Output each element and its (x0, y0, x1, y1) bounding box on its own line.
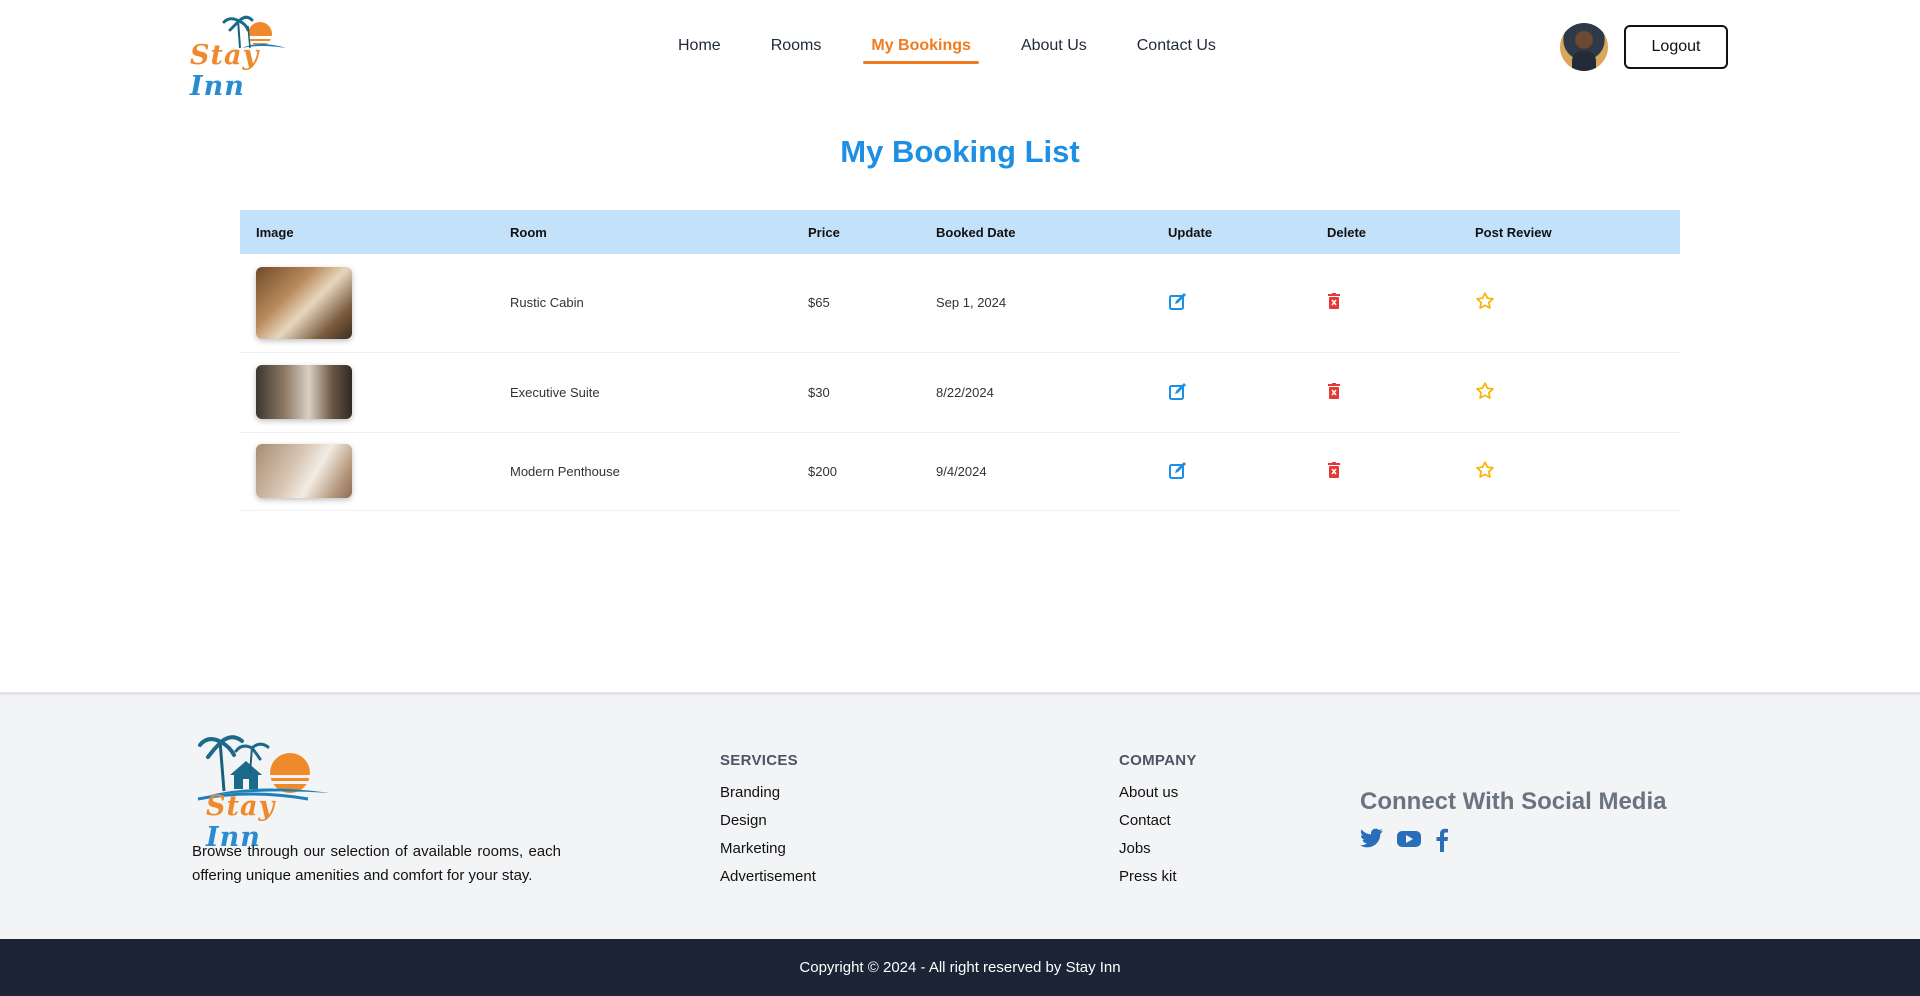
footer-link-branding[interactable]: Branding (720, 779, 816, 807)
nav-home[interactable]: Home (670, 34, 729, 64)
table-header-row: Image Room Price Booked Date Update Dele… (240, 210, 1680, 254)
nav-contact-us[interactable]: Contact Us (1129, 34, 1224, 64)
edit-icon[interactable] (1168, 460, 1188, 483)
booked-date: Sep 1, 2024 (920, 254, 1152, 353)
table-row: Executive Suite $30 8/22/2024 (240, 352, 1680, 433)
brand-logo[interactable]: Stay Inn (190, 14, 312, 102)
bookings-table: Image Room Price Booked Date Update Dele… (240, 210, 1680, 511)
page-title: My Booking List (840, 134, 1080, 169)
nav-rooms[interactable]: Rooms (763, 34, 830, 64)
nav-my-bookings[interactable]: My Bookings (863, 34, 979, 64)
trash-icon[interactable] (1327, 293, 1341, 312)
twitter-icon[interactable] (1360, 828, 1384, 857)
youtube-icon[interactable] (1396, 828, 1422, 857)
footer-link-about-us[interactable]: About us (1119, 779, 1197, 807)
site-footer: Stay Inn Browse through our selection of… (0, 692, 1920, 939)
booked-date: 9/4/2024 (920, 432, 1152, 511)
column-header-room: Room (510, 224, 547, 240)
footer-link-marketing[interactable]: Marketing (720, 835, 816, 863)
footer-description: Browse through our selection of availabl… (192, 843, 561, 884)
room-image (256, 266, 352, 339)
user-avatar[interactable] (1560, 23, 1608, 71)
brand-name: Stay Inn (190, 40, 260, 102)
room-name: Rustic Cabin (494, 254, 792, 353)
footer-link-press-kit[interactable]: Press kit (1119, 863, 1197, 891)
footer-link-advertisement[interactable]: Advertisement (720, 863, 816, 891)
room-image (256, 444, 352, 498)
footer-social: Connect With Social Media (1360, 788, 1666, 857)
star-icon[interactable] (1475, 291, 1495, 314)
logout-button[interactable]: Logout (1624, 25, 1728, 69)
column-header-post-review: Post Review (1475, 224, 1552, 240)
room-name: Executive Suite (494, 352, 792, 433)
table-row: Modern Penthouse $200 9/4/2024 (240, 432, 1680, 511)
footer-link-contact[interactable]: Contact (1119, 807, 1197, 835)
social-heading: Connect With Social Media (1360, 788, 1667, 815)
column-header-price: Price (808, 224, 840, 240)
booked-date: 8/22/2024 (920, 352, 1152, 433)
main-nav: Home Rooms My Bookings About Us Contact … (670, 34, 1258, 64)
footer-company: COMPANY About us Contact Jobs Press kit (1119, 752, 1197, 891)
room-price: $30 (792, 352, 920, 433)
star-icon[interactable] (1475, 381, 1495, 404)
site-header: Stay Inn Home Rooms My Bookings About Us… (0, 0, 1920, 102)
footer-link-design[interactable]: Design (720, 807, 816, 835)
facebook-icon[interactable] (1434, 828, 1450, 857)
services-heading: SERVICES (720, 752, 798, 769)
copyright-bar: Copyright © 2024 - All right reserved by… (0, 939, 1920, 996)
room-image (256, 365, 352, 419)
table-row: Rustic Cabin $65 Sep 1, 2024 (240, 254, 1680, 353)
column-header-image: Image (256, 224, 294, 240)
room-price: $65 (792, 254, 920, 353)
footer-logo[interactable]: Stay Inn (190, 733, 336, 853)
column-header-delete: Delete (1327, 224, 1367, 240)
trash-icon[interactable] (1327, 382, 1341, 402)
column-header-update: Update (1168, 224, 1213, 240)
company-heading: COMPANY (1119, 752, 1197, 769)
nav-about-us[interactable]: About Us (1013, 34, 1095, 64)
footer-services: SERVICES Branding Design Marketing Adver… (720, 752, 816, 891)
footer-link-jobs[interactable]: Jobs (1119, 835, 1197, 863)
star-icon[interactable] (1475, 460, 1495, 483)
edit-icon[interactable] (1168, 291, 1188, 314)
edit-icon[interactable] (1168, 381, 1188, 404)
room-name: Modern Penthouse (494, 432, 792, 511)
bookings-table-container: Image Room Price Booked Date Update Dele… (240, 210, 1680, 511)
column-header-booked-date: Booked Date (936, 224, 1016, 240)
social-icons (1360, 828, 1666, 857)
trash-icon[interactable] (1327, 461, 1341, 481)
room-price: $200 (792, 432, 920, 511)
